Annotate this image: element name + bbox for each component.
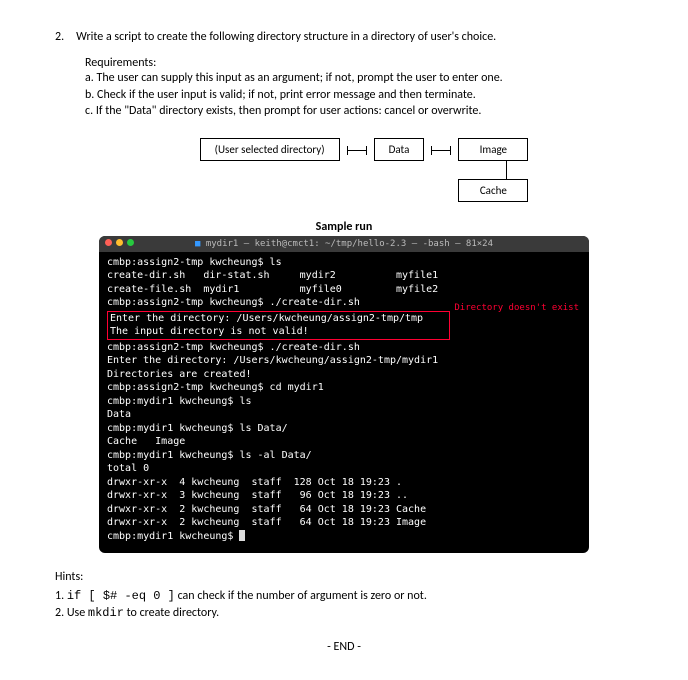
terminal-line: total 0	[107, 462, 581, 476]
terminal-line: drwxr-xr-x 2 kwcheung staff 64 Oct 18 19…	[107, 516, 581, 530]
terminal-line: cmbp:mydir1 kwcheung$	[107, 530, 581, 544]
sample-run-heading: Sample run	[55, 220, 633, 234]
question-number: 2.	[55, 30, 64, 44]
hints-heading: Hints:	[55, 569, 633, 586]
code-snippet: if [ $# -eq 0 ]	[67, 589, 175, 603]
terminal-line: drwxr-xr-x 3 kwcheung staff 96 Oct 18 19…	[107, 489, 581, 503]
terminal-line: cmbp:assign2-tmp kwcheung$ ls	[107, 256, 581, 270]
hints-section: Hints: 1. if [ $# -eq 0 ] can check if t…	[55, 569, 633, 621]
diagram-root-box: (User selected directory)	[200, 138, 340, 161]
terminal-line: cmbp:assign2-tmp kwcheung$ ./create-dir.…	[107, 296, 450, 310]
terminal-title-text: mydir1 — keith@cmct1: ~/tmp/hello-2.3 — …	[206, 239, 493, 249]
connector	[348, 150, 366, 162]
minimize-icon	[116, 239, 123, 246]
directory-diagram: (User selected directory) Data Image Cac…	[55, 138, 633, 202]
diagram-data-box: Data	[374, 138, 425, 161]
terminal-line: cmbp:assign2-tmp kwcheung$ ./create-dir.…	[107, 341, 581, 355]
hint-item: 2. Use mkdir to create directory.	[55, 605, 633, 622]
terminal-line: Data	[107, 408, 581, 422]
terminal-line: drwxr-xr-x 2 kwcheung staff 64 Oct 18 19…	[107, 503, 581, 517]
terminal-titlebar: ■ mydir1 — keith@cmct1: ~/tmp/hello-2.3 …	[99, 236, 589, 252]
maximize-icon	[127, 239, 134, 246]
terminal-line: Enter the directory: /Users/kwcheung/ass…	[107, 354, 581, 368]
terminal-line: create-dir.sh dir-stat.sh mydir2 myfile1	[107, 269, 581, 283]
requirements-heading: Requirements:	[85, 56, 633, 70]
connector	[432, 150, 450, 162]
diagram-cache-box: Cache	[458, 179, 528, 202]
folder-icon: ■	[195, 239, 200, 249]
terminal-line: cmbp:assign2-tmp kwcheung$ cd mydir1	[107, 381, 581, 395]
end-marker: - END -	[55, 640, 633, 654]
terminal-body: cmbp:assign2-tmp kwcheung$ ls create-dir…	[99, 252, 589, 554]
error-highlight-box: Enter the directory: /Users/kwcheung/ass…	[107, 311, 450, 340]
hint-item: 1. if [ $# -eq 0 ] can check if the numb…	[55, 588, 633, 605]
terminal-line: The input directory is not valid!	[110, 325, 447, 339]
terminal-line: cmbp:mydir1 kwcheung$ ls -al Data/	[107, 449, 581, 463]
question-prompt: Write a script to create the following d…	[76, 30, 633, 44]
terminal-window: ■ mydir1 — keith@cmct1: ~/tmp/hello-2.3 …	[99, 236, 589, 554]
terminal-line: drwxr-xr-x 4 kwcheung staff 128 Oct 18 1…	[107, 476, 581, 490]
diagram-image-box: Image	[458, 138, 528, 161]
terminal-line: Directories are created!	[107, 368, 581, 382]
requirement-item: a. The user can supply this input as an …	[85, 71, 633, 87]
terminal-line: create-file.sh mydir1 myfile0 myfile2	[107, 283, 581, 297]
cursor-icon	[239, 530, 245, 541]
close-icon	[105, 239, 112, 246]
requirement-item: c. If the "Data" directory exists, then …	[85, 104, 633, 120]
requirement-item: b. Check if the user input is valid; if …	[85, 88, 633, 104]
connector	[506, 161, 520, 179]
terminal-line: Cache Image	[107, 435, 581, 449]
code-snippet: mkdir	[88, 606, 124, 620]
terminal-line: cmbp:mydir1 kwcheung$ ls	[107, 395, 581, 409]
terminal-line: cmbp:mydir1 kwcheung$ ls Data/	[107, 422, 581, 436]
requirements-list: a. The user can supply this input as an …	[85, 71, 633, 120]
error-annotation: Directory doesn't exist	[450, 296, 581, 314]
terminal-line: Enter the directory: /Users/kwcheung/ass…	[110, 312, 447, 326]
